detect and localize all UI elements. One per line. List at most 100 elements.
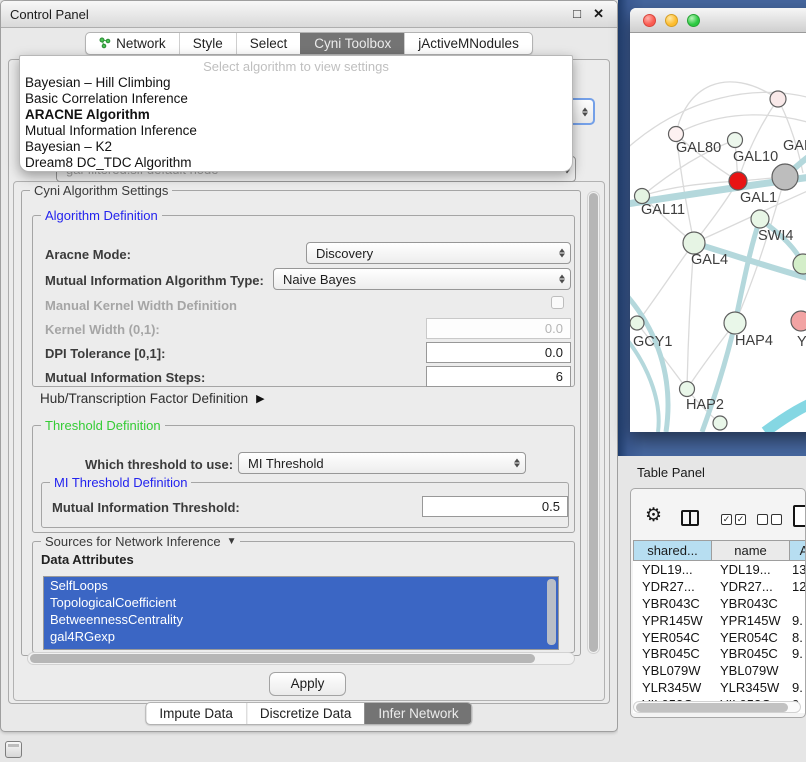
network-node-gal10[interactable] — [728, 133, 743, 148]
mi-steps-field[interactable]: 6 — [426, 366, 571, 387]
unchecked-checkbox-icon[interactable] — [757, 514, 768, 525]
kernel-width-label: Kernel Width (0,1): — [45, 322, 160, 337]
mi-algorithm-type-label: Mutual Information Algorithm Type: — [45, 273, 264, 288]
threshold-definition-legend: Threshold Definition — [41, 418, 165, 433]
zoom-traffic-light-icon[interactable] — [687, 14, 700, 27]
manual-kernel-width-checkbox[interactable] — [551, 296, 564, 309]
column-header-shared-name[interactable]: shared... — [633, 540, 712, 561]
tab-impute-data[interactable]: Impute Data — [146, 703, 246, 724]
tab-impute-data-label: Impute Data — [159, 703, 233, 724]
cyni-toolbox-panel: gal-filtered.sif default node Select alg… — [8, 59, 610, 704]
tab-infer-network[interactable]: Infer Network — [364, 703, 471, 724]
document-icon[interactable] — [793, 505, 806, 527]
dropdown-item[interactable]: Dream8 DC_TDC Algorithm — [20, 155, 572, 171]
kernel-width-field[interactable]: 0.0 — [426, 318, 571, 339]
network-node[interactable] — [793, 254, 806, 274]
collapsed-arrow-icon: ▶ — [256, 392, 264, 405]
checked-checkbox-icon[interactable]: ✓ — [735, 514, 746, 525]
network-node-hap2[interactable] — [680, 382, 695, 397]
settings-horizontal-scrollbar[interactable] — [27, 652, 575, 665]
which-threshold-value: MI Threshold — [248, 456, 324, 471]
network-node-swi4[interactable] — [751, 210, 769, 228]
network-node-hap4[interactable] — [724, 312, 746, 334]
dropdown-item[interactable]: Mutual Information Inference — [20, 123, 572, 139]
table-panel-title: Table Panel — [637, 465, 705, 480]
tab-discretize-data[interactable]: Discretize Data — [246, 703, 365, 724]
table-row[interactable]: YBL079WYBL079W — [633, 662, 806, 679]
which-threshold-combo[interactable]: MI Threshold — [238, 452, 526, 474]
column-header-partial[interactable]: A — [789, 540, 806, 561]
dropdown-item[interactable]: Bayesian – Hill Climbing — [20, 75, 572, 91]
dpi-tolerance-field[interactable]: 0.0 — [426, 342, 571, 363]
network-node-gal4[interactable] — [683, 232, 705, 254]
list-item[interactable]: TopologicalCoefficient — [44, 594, 558, 611]
checked-checkbox-icon[interactable]: ✓ — [721, 514, 732, 525]
cell: YBR043C — [711, 596, 789, 611]
aracne-mode-combo[interactable]: Discovery — [306, 242, 571, 264]
screen: Control Panel □ ✕ Network Style Select C… — [0, 0, 806, 762]
mi-algorithm-type-combo[interactable]: Naive Bayes — [273, 268, 571, 290]
columns-icon[interactable] — [681, 510, 699, 526]
network-node-salmon[interactable] — [791, 311, 806, 331]
sources-legend[interactable]: Sources for Network Inference ▼ — [41, 534, 240, 549]
dropdown-item-highlighted[interactable]: ARACNE Algorithm — [20, 107, 572, 123]
mi-threshold-label: Mutual Information Threshold: — [52, 500, 240, 515]
settings-vertical-scrollbar[interactable] — [587, 191, 600, 654]
table-horizontal-scrollbar[interactable] — [633, 701, 801, 713]
network-view-window: GAL GAL80 GAL10 GAL1 GAL11 SWI4 GAL4 GCY… — [630, 8, 806, 432]
dropdown-item[interactable]: Basic Correlation Inference — [20, 91, 572, 107]
table-row[interactable]: YBR043CYBR043C — [633, 595, 806, 612]
tab-jactivemnodules[interactable]: jActiveMNodules — [404, 33, 532, 54]
node-label: HAP4 — [735, 333, 773, 349]
network-node-gcy1[interactable] — [630, 316, 644, 330]
mi-threshold-field[interactable]: 0.5 — [422, 496, 568, 517]
table-row[interactable]: YPR145WYPR145W9. — [633, 612, 806, 629]
dropdown-item[interactable]: Bayesian – K2 — [20, 139, 572, 155]
network-canvas[interactable]: GAL GAL80 GAL10 GAL1 GAL11 SWI4 GAL4 GCY… — [630, 33, 806, 432]
hub-definition-toggle[interactable]: Hub/Transcription Factor Definition ▶ — [40, 391, 265, 406]
unchecked-checkbox-icon[interactable] — [771, 514, 782, 525]
list-item[interactable]: gal4RGexp — [44, 628, 558, 645]
table-row[interactable]: YLR345WYLR345W9. — [633, 679, 806, 696]
tab-cyni-toolbox[interactable]: Cyni Toolbox — [300, 33, 404, 54]
column-header-name[interactable]: name — [711, 540, 790, 561]
float-window-icon[interactable]: □ — [573, 6, 581, 21]
list-item[interactable]: BetweennessCentrality — [44, 611, 558, 628]
tab-select[interactable]: Select — [236, 33, 301, 54]
control-panel-window: Control Panel □ ✕ Network Style Select C… — [0, 0, 618, 732]
hub-definition-label: Hub/Transcription Factor Definition — [40, 391, 248, 406]
table-row[interactable]: YER054CYER054C8. — [633, 629, 806, 646]
tab-network[interactable]: Network — [86, 33, 179, 54]
top-tab-bar: Network Style Select Cyni Toolbox jActiv… — [1, 28, 617, 58]
table-row[interactable]: YDL19...YDL19...13 — [633, 561, 806, 578]
algorithm-definition-group: Algorithm Definition Aracne Mode: Discov… — [32, 215, 575, 387]
network-node-gray[interactable] — [772, 164, 798, 190]
tab-cyni-toolbox-label: Cyni Toolbox — [314, 33, 391, 54]
network-node[interactable] — [713, 416, 727, 430]
tab-style[interactable]: Style — [179, 33, 236, 54]
data-attributes-label: Data Attributes — [41, 552, 134, 567]
cell: YPR145W — [633, 613, 711, 628]
tab-select-label: Select — [250, 33, 288, 54]
cell: 9. — [789, 646, 806, 661]
algorithm-definition-legend: Algorithm Definition — [41, 208, 162, 223]
network-node[interactable] — [770, 91, 786, 107]
list-item[interactable]: SelfLoops — [44, 577, 558, 594]
cyni-algorithm-settings-group: Cyni Algorithm Settings Algorithm Defini… — [21, 190, 581, 656]
combo-stepper-icon — [559, 275, 565, 284]
apply-button[interactable]: Apply — [269, 672, 346, 696]
table-row[interactable]: YDR27...YDR27...12 — [633, 578, 806, 595]
gear-icon[interactable]: ⚙ — [645, 506, 662, 525]
list-scrollbar[interactable] — [547, 579, 556, 645]
node-label: GAL80 — [676, 140, 721, 156]
network-node-gal1[interactable] — [729, 172, 747, 190]
dropdown-placeholder: Select algorithm to view settings — [20, 58, 572, 75]
close-traffic-light-icon[interactable] — [643, 14, 656, 27]
minimize-traffic-light-icon[interactable] — [665, 14, 678, 27]
panel-mini-icon[interactable] — [5, 741, 22, 758]
node-label: GAL11 — [641, 202, 685, 218]
table-row[interactable]: YBR045CYBR045C9. — [633, 645, 806, 662]
network-window-titlebar — [630, 8, 806, 33]
tab-jactivemnodules-label: jActiveMNodules — [418, 33, 519, 54]
close-icon[interactable]: ✕ — [593, 6, 604, 22]
